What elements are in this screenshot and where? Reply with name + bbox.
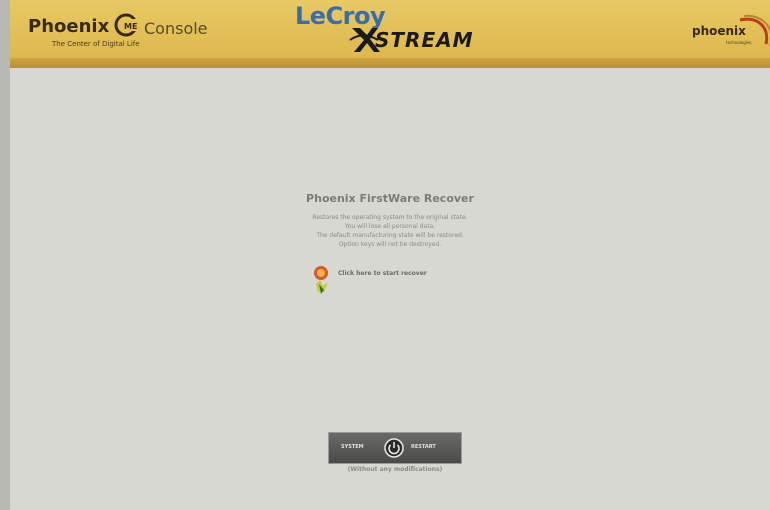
recover-icon (314, 266, 328, 294)
system-restart-button[interactable]: SYSTEM RESTART (328, 432, 462, 464)
description-line: You will lose all personal data. (344, 223, 436, 230)
restart-left-label: SYSTEM (341, 444, 364, 450)
me-icon: ME (114, 13, 140, 37)
start-recover-button[interactable]: Click here to start recover (310, 264, 490, 298)
phoenix-console-word: Console (144, 19, 208, 38)
left-border (0, 0, 10, 510)
screen: Phoenix ME Console The Center of Digital… (0, 0, 770, 510)
phoenix-console-logo: Phoenix ME Console The Center of Digital… (28, 12, 228, 54)
me-icon-label: ME (124, 22, 137, 31)
phoenix-tech-sub: technologies (726, 40, 752, 45)
start-recover-label: Click here to start recover (338, 270, 427, 277)
description-line: Restores the operating system to the ori… (312, 214, 468, 221)
header-strip (10, 58, 770, 68)
description-line: The default manufacturing state will be … (316, 232, 464, 239)
page-title: Phoenix FirstWare Recover (306, 192, 474, 205)
restart-right-label: RESTART (411, 444, 436, 450)
phoenix-name: Phoenix (28, 16, 110, 37)
header-bar: Phoenix ME Console The Center of Digital… (10, 0, 770, 58)
phoenix-technologies-logo: phoenix technologies (692, 14, 770, 48)
recover-panel: Phoenix FirstWare Recover Restores the o… (10, 68, 770, 510)
restart-note: (Without any modifications) (347, 466, 443, 473)
phoenix-tagline: The Center of Digital Life (52, 40, 140, 48)
power-icon (384, 438, 404, 458)
xstream-logo: STREAM (375, 28, 474, 52)
description-line: Option keys will not be destroyed. (338, 241, 442, 248)
phoenix-tech-name: phoenix (692, 24, 746, 38)
